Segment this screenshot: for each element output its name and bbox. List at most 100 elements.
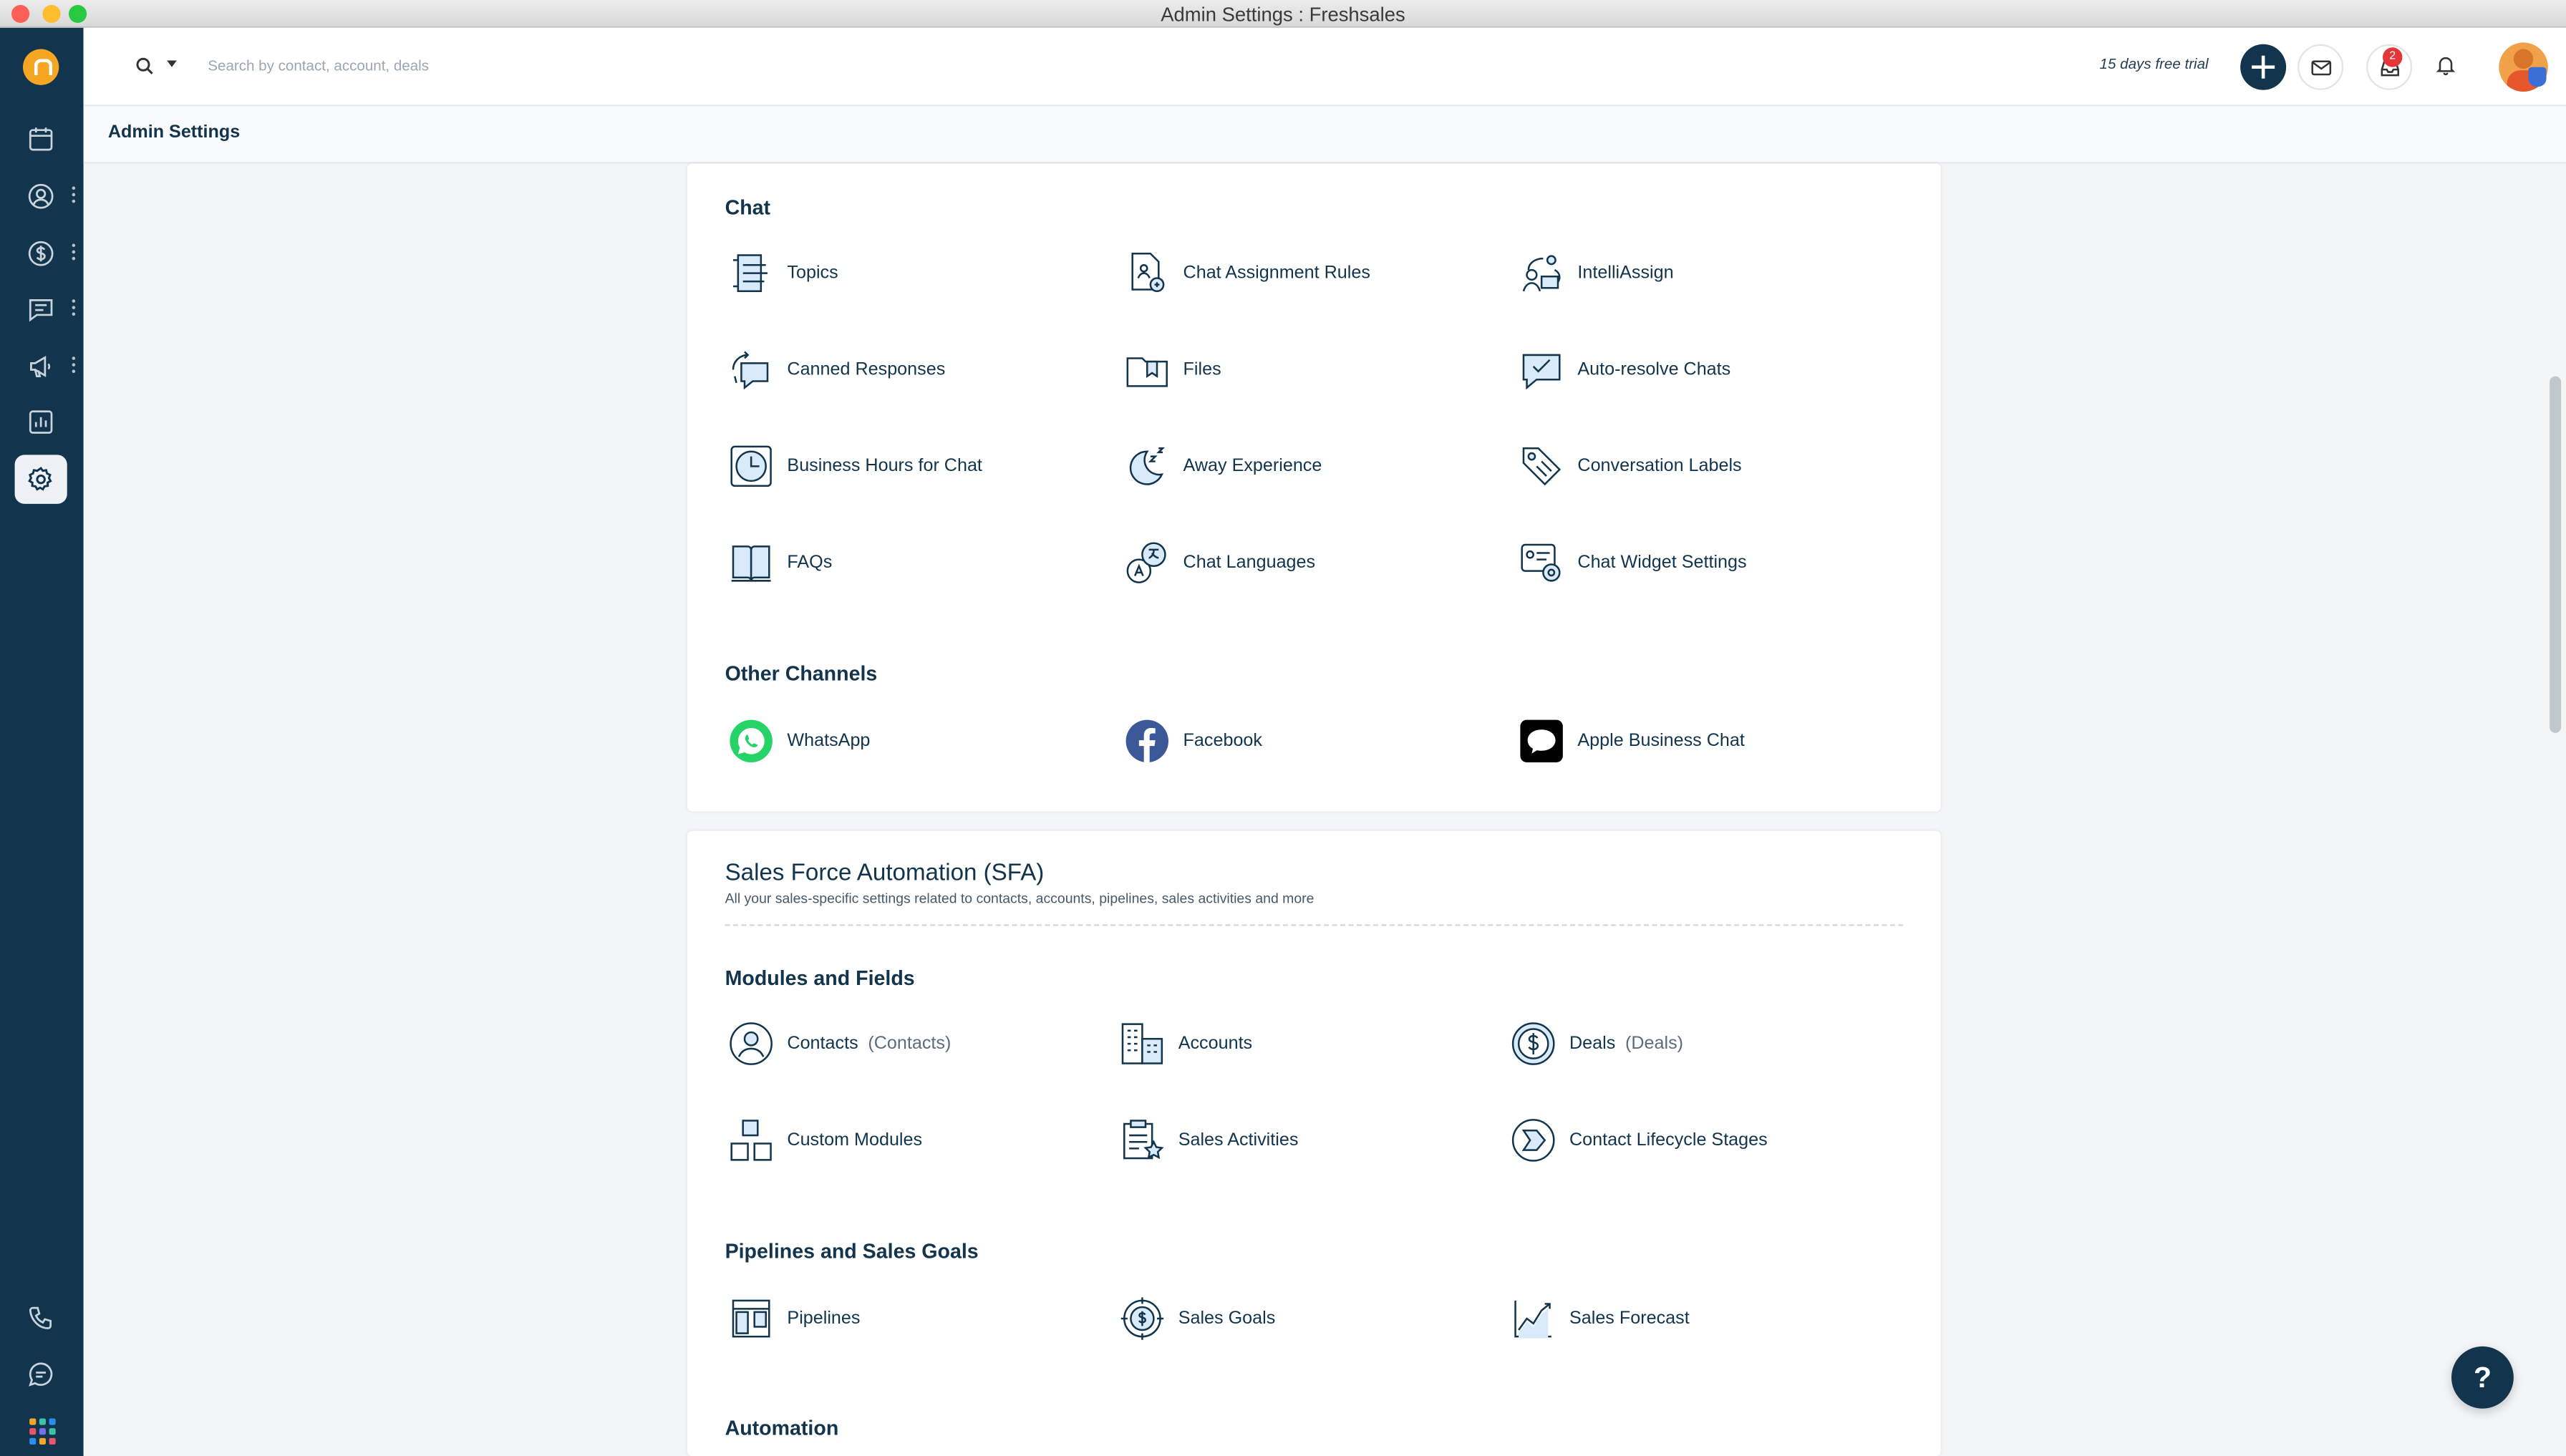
calendar-icon [29,127,53,151]
trial-status[interactable]: 15 days free trial [2100,56,2209,72]
sfa-subtitle: All your sales-specific settings related… [725,890,1315,907]
chat-item-chat-widget-settings[interactable]: Chat Widget Settings [1519,540,1879,589]
chat-item-intelliassign[interactable]: IntelliAssign [1519,251,1879,300]
chat-section-title: Chat [725,196,771,220]
channel-item-apple-business-chat[interactable]: Apple Business Chat [1519,718,1879,767]
help-button[interactable]: ? [2451,1346,2514,1409]
chat-item-label: Chat Assignment Rules [1183,263,1370,283]
pipeline-item-label: Sales Forecast [1569,1309,1690,1329]
phone-icon [29,1306,52,1329]
chat-item-conversation-labels[interactable]: Conversation Labels [1519,443,1879,492]
chat-item-business-hours[interactable]: Business Hours for Chat [728,443,1088,492]
chat-item-label: Chat Widget Settings [1577,553,1747,573]
search-input[interactable] [208,50,699,80]
reports-nav-item[interactable] [15,397,67,447]
files-icon [1126,357,1168,387]
module-item-label: Contacts (Contacts) [787,1034,952,1054]
chat-item-chat-languages[interactable]: Chat Languages [1124,540,1484,589]
chat-item-chat-assignment-rules[interactable]: Chat Assignment Rules [1124,251,1484,300]
sales-activities-icon [1123,1120,1164,1160]
chat-item-label: FAQs [787,553,833,573]
calendar-nav-item[interactable] [15,115,67,164]
chat-item-label: Business Hours for Chat [787,456,982,477]
deals-nav-item[interactable] [15,229,67,278]
dollar-icon [28,241,54,266]
module-item-accounts[interactable]: Accounts [1119,1021,1479,1070]
channel-item-label: WhatsApp [787,731,871,751]
page-scrollbar[interactable] [2546,163,2566,1456]
languages-icon [1126,542,1166,583]
window-title: Admin Settings : Freshsales [1161,3,1405,26]
module-item-custom-modules[interactable]: Custom Modules [728,1117,1088,1167]
campaigns-nav-item[interactable] [15,342,67,392]
module-item-contact-lifecycle-stages[interactable]: Contact Lifecycle Stages [1511,1117,1871,1167]
pipelines-icon [732,1299,770,1338]
lifecycle-icon [1511,1119,1555,1162]
channel-item-whatsapp[interactable]: WhatsApp [728,718,1088,767]
chat-item-files[interactable]: Files [1124,347,1484,397]
module-item-sales-activities[interactable]: Sales Activities [1119,1117,1479,1167]
chat-item-label: Auto-resolve Chats [1577,359,1731,380]
admin-settings-nav-item[interactable] [14,455,67,504]
pipeline-item-pipelines[interactable]: Pipelines [728,1296,1088,1345]
chat-item-auto-resolve-chats[interactable]: Auto-resolve Chats [1519,347,1879,397]
chat-item-canned-responses[interactable]: Canned Responses [728,347,1088,397]
phone-nav-item[interactable] [15,1294,67,1344]
widget-settings-icon [1521,543,1561,582]
apps-grid-icon[interactable] [29,1418,56,1445]
email-button[interactable] [2298,44,2344,90]
chat-item-label: Conversation Labels [1577,456,1742,477]
gear-icon [28,467,52,491]
chat-item-label: IntelliAssign [1577,263,1674,283]
quick-add-button[interactable] [2240,44,2287,90]
pipelines-section-title: Pipelines and Sales Goals [725,1240,979,1263]
channel-item-label: Apple Business Chat [1577,731,1745,751]
module-item-label: Accounts [1178,1034,1253,1054]
section-divider [725,924,1904,926]
chat-item-label: Chat Languages [1183,553,1316,573]
clock-icon [730,445,772,487]
conversations-nav-item[interactable] [15,285,67,334]
left-sidebar [0,27,84,1456]
chat-item-label: Topics [787,263,838,283]
chat-item-label: Files [1183,359,1221,380]
megaphone-icon [30,355,51,378]
chat-item-faqs[interactable]: FAQs [728,540,1088,589]
scrollbar-thumb[interactable] [2550,376,2562,733]
message-icon [29,1362,53,1387]
module-item-deals[interactable]: Deals (Deals) [1511,1021,1871,1070]
contacts-more-icon[interactable] [72,186,76,203]
search-scope-dropdown-icon[interactable] [167,60,177,67]
chat-settings-card: Chat Topics Chat Assignment Rules Intell… [687,163,1941,812]
chat-item-topics[interactable]: Topics [728,251,1088,300]
module-item-suffix: (Contacts) [868,1034,952,1054]
chat-bubble-icon [29,299,53,322]
page-title: Admin Settings [107,122,241,142]
freshsales-logo-icon[interactable] [22,49,59,85]
topics-icon [732,254,768,293]
messages-nav-item[interactable] [15,1349,67,1399]
bell-icon[interactable] [2435,54,2456,76]
pipeline-item-label: Pipelines [787,1309,861,1329]
modules-section-title: Modules and Fields [725,966,915,990]
chat-item-label: Canned Responses [787,359,946,380]
notification-count-badge: 2 [2382,47,2403,67]
channel-item-facebook[interactable]: Facebook [1124,718,1484,767]
module-item-label: Sales Activities [1178,1130,1299,1150]
deals-more-icon[interactable] [72,243,76,261]
module-item-contacts[interactable]: Contacts (Contacts) [728,1021,1088,1070]
page-header: Admin Settings [83,106,2566,164]
canned-responses-icon [732,351,769,390]
campaigns-more-icon[interactable] [72,356,76,374]
pipeline-item-sales-goals[interactable]: Sales Goals [1119,1296,1479,1345]
custom-modules-icon [730,1120,772,1161]
conversations-more-icon[interactable] [72,299,76,316]
sales-goals-icon [1120,1297,1164,1340]
top-bar: 15 days free trial 2 [83,27,2566,107]
chat-item-away-experience[interactable]: Away Experience [1124,443,1484,492]
contacts-nav-item[interactable] [15,172,67,221]
pipeline-item-sales-forecast[interactable]: Sales Forecast [1511,1296,1871,1345]
auto-resolve-icon [1522,354,1561,390]
module-item-label: Custom Modules [787,1130,923,1150]
search-icon[interactable] [136,57,154,75]
